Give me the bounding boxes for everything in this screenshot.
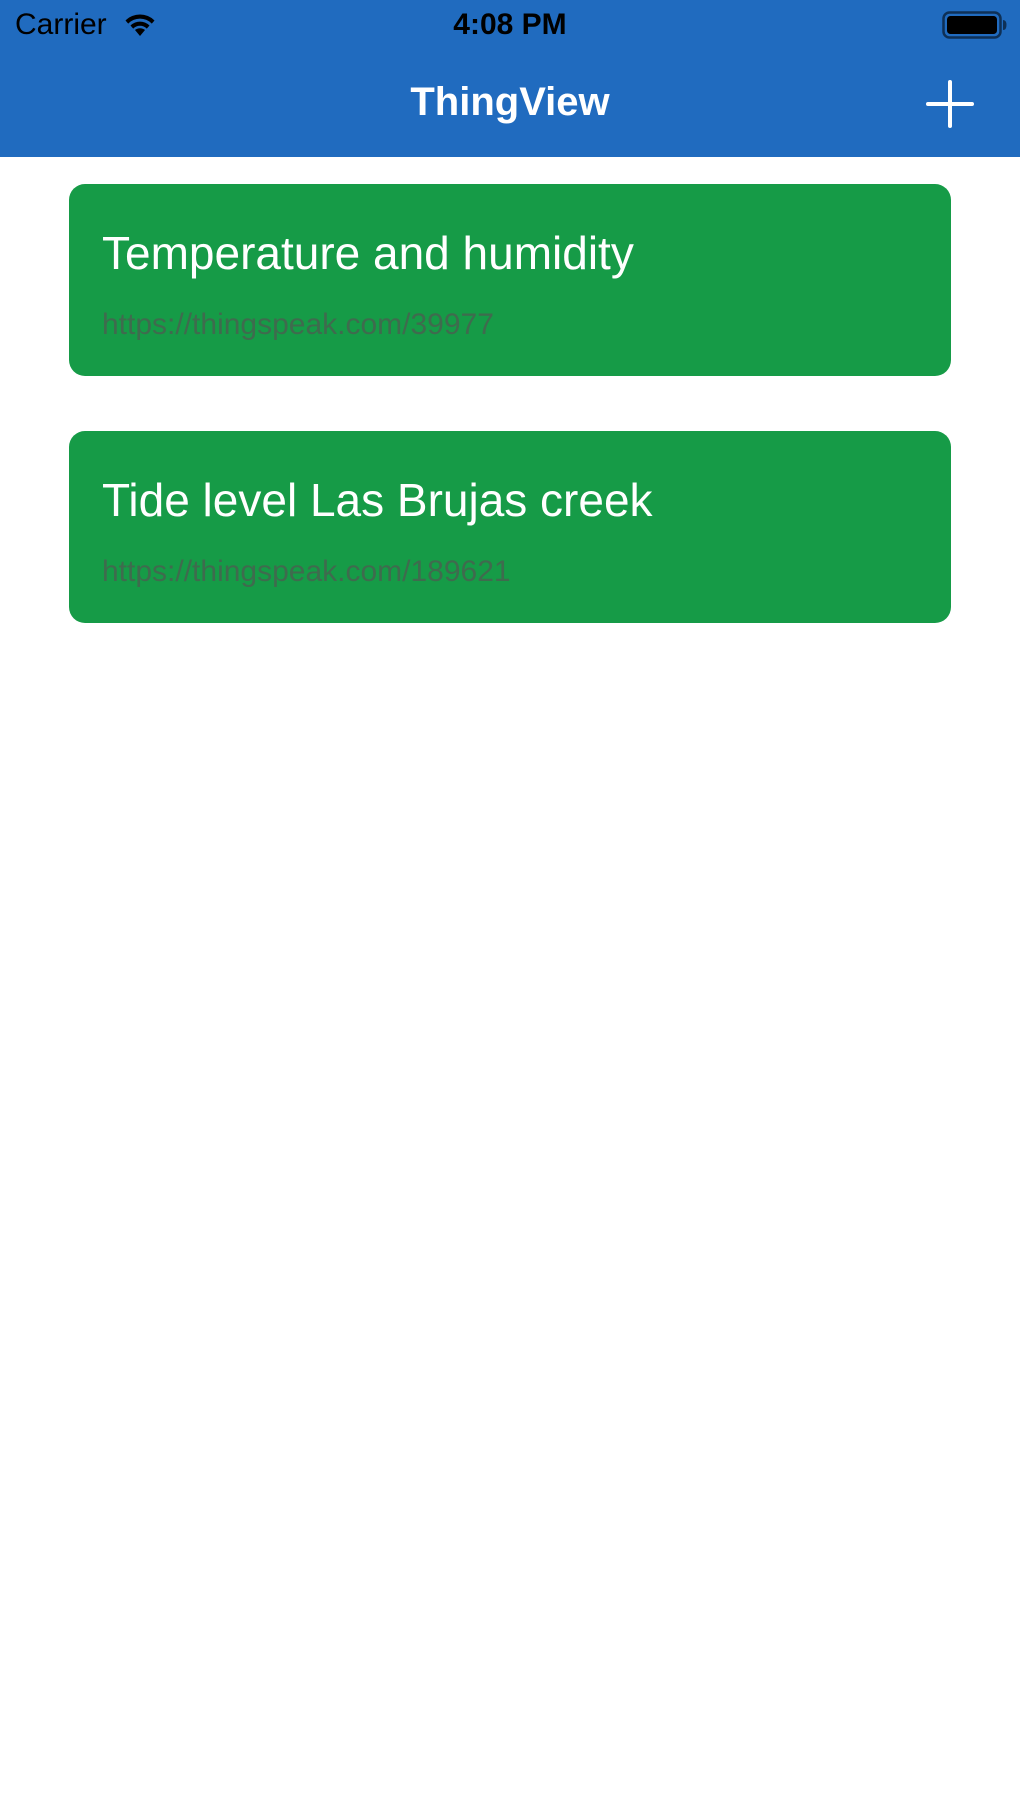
channel-card[interactable]: Temperature and humidity https://thingsp… (69, 184, 951, 376)
add-channel-button[interactable] (920, 74, 980, 134)
status-bar: Carrier 4:08 PM (0, 0, 1020, 50)
channel-url: https://thingspeak.com/39977 (102, 308, 494, 341)
channel-card[interactable]: Tide level Las Brujas creek https://thin… (69, 431, 951, 623)
top-bar: Carrier 4:08 PM ThingView (0, 0, 1020, 157)
channel-url: https://thingspeak.com/189621 (102, 555, 511, 588)
battery-icon (942, 11, 1007, 39)
screen: Carrier 4:08 PM ThingView Temperature an… (0, 0, 1020, 1813)
status-time: 4:08 PM (453, 8, 567, 41)
channel-title: Temperature and humidity (102, 227, 634, 279)
channel-list: Temperature and humidity https://thingsp… (69, 184, 951, 678)
channel-title: Tide level Las Brujas creek (102, 474, 653, 526)
page-title: ThingView (410, 80, 610, 124)
plus-icon (926, 80, 974, 128)
